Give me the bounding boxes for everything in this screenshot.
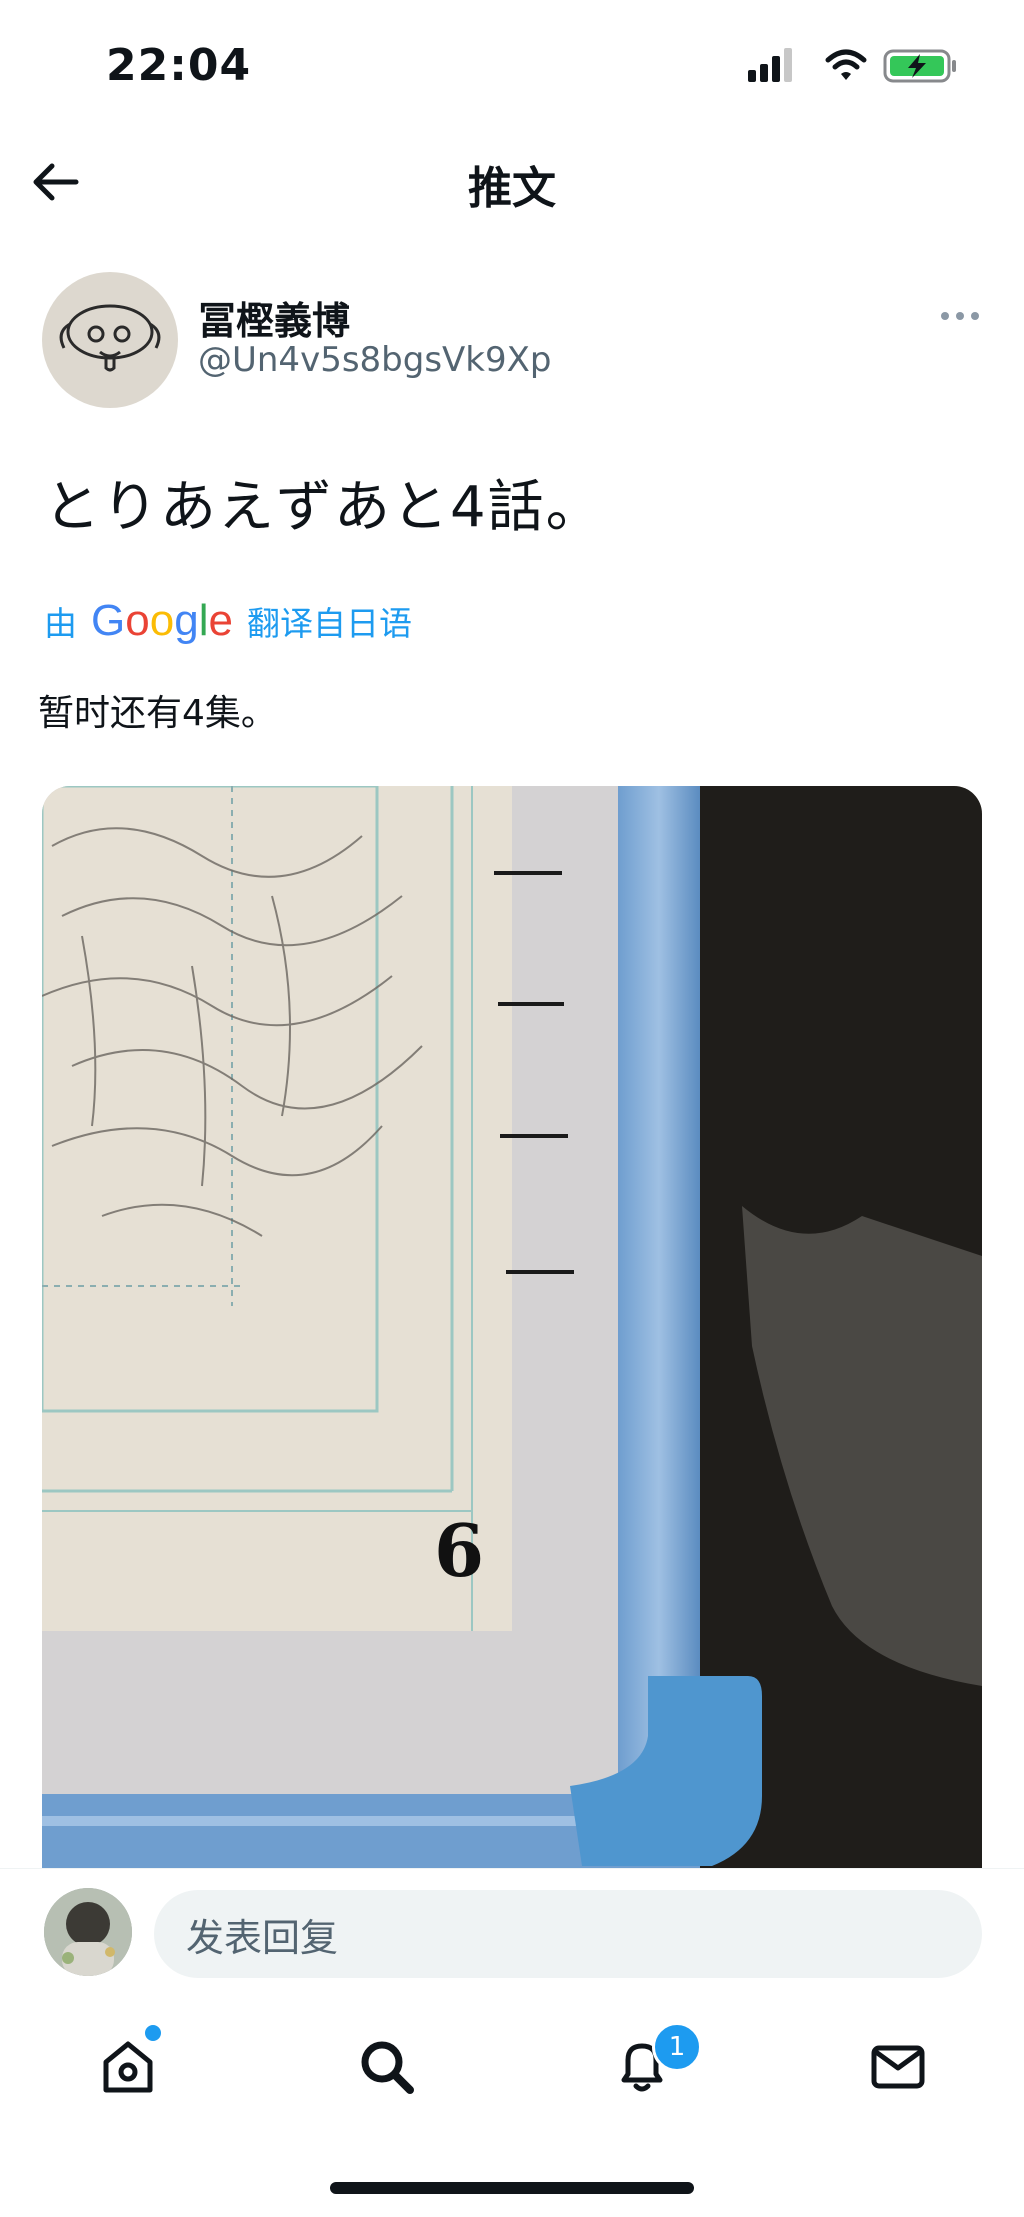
more-horizontal-icon — [941, 312, 979, 320]
author-display-name[interactable]: 冨樫義博 — [198, 290, 350, 345]
search-icon — [361, 2041, 414, 2094]
reply-input[interactable]: 发表回复 — [154, 1890, 982, 1978]
author-avatar[interactable] — [42, 272, 178, 408]
more-options-button[interactable] — [936, 296, 984, 336]
wifi-icon — [825, 49, 867, 80]
tab-messages[interactable] — [858, 2026, 938, 2106]
home-indicator — [330, 2182, 694, 2194]
dog-sketch-icon — [59, 304, 161, 372]
page-title: 推文 — [468, 163, 556, 214]
translation-attribution[interactable]: 由 Google 翻译自日语 — [44, 596, 412, 646]
cellular-signal-icon — [748, 48, 792, 82]
home-icon — [103, 2041, 153, 2093]
translated-text: 暂时还有4集。 — [38, 693, 277, 734]
user-avatar-image — [44, 1888, 132, 1976]
author-handle[interactable]: @Un4v5s8bgsVk9Xp — [198, 340, 552, 380]
whiteboard-photo: 6 — [42, 786, 982, 1876]
notification-count-badge: 1 — [652, 2022, 702, 2072]
status-time: 22:04 — [106, 40, 252, 91]
translate-suffix: 翻译自日语 — [246, 604, 412, 643]
translate-prefix: 由 — [44, 604, 77, 643]
tab-search[interactable] — [346, 2026, 426, 2106]
tweet-text: とりあえずあと4話。 — [44, 475, 604, 540]
photo-number: 6 — [434, 1508, 484, 1593]
home-badge-dot — [142, 2022, 164, 2044]
battery-icon — [883, 49, 956, 83]
my-avatar[interactable] — [44, 1888, 132, 1976]
mail-icon — [871, 2045, 925, 2089]
status-icons — [748, 48, 956, 83]
google-logo: Google — [91, 596, 233, 645]
tweet-photo[interactable]: 6 — [42, 786, 982, 1876]
